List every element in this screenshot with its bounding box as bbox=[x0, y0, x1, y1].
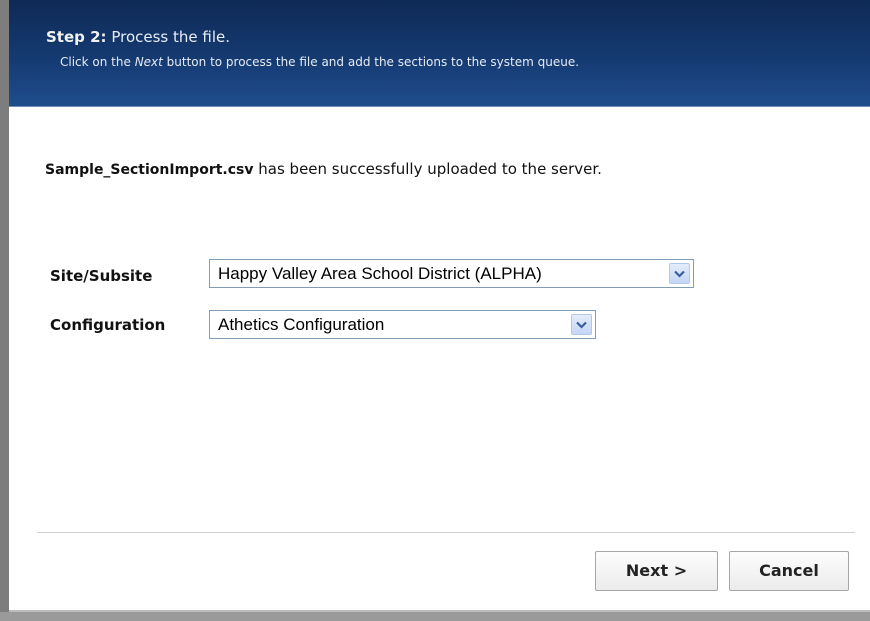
cancel-button[interactable]: Cancel bbox=[729, 551, 849, 591]
site-subsite-dropdown-button[interactable] bbox=[669, 263, 690, 284]
step-description-text-end: button to process the file and add the s… bbox=[162, 55, 580, 69]
footer-divider bbox=[37, 532, 855, 533]
site-subsite-value: Happy Valley Area School District (ALPHA… bbox=[218, 264, 542, 283]
configuration-dropdown-button[interactable] bbox=[571, 314, 592, 335]
chevron-down-icon bbox=[674, 270, 685, 278]
upload-success-text: has been successfully uploaded to the se… bbox=[253, 160, 602, 178]
step-description: Click on the Next button to process the … bbox=[60, 55, 579, 69]
step-number-label: Step 2: bbox=[46, 28, 107, 46]
configuration-select[interactable]: Athetics Configuration bbox=[209, 310, 596, 339]
step-description-text: Click on the bbox=[60, 55, 135, 69]
configuration-value: Athetics Configuration bbox=[218, 315, 385, 334]
window-bottom-border bbox=[0, 612, 870, 621]
import-wizard-window: Step 2: Process the file. Click on the N… bbox=[0, 0, 870, 621]
site-subsite-select[interactable]: Happy Valley Area School District (ALPHA… bbox=[209, 259, 694, 288]
chevron-down-icon bbox=[576, 321, 587, 329]
configuration-label: Configuration bbox=[50, 316, 166, 334]
step-title: Step 2: Process the file. bbox=[46, 28, 230, 46]
wizard-header: Step 2: Process the file. Click on the N… bbox=[9, 0, 870, 107]
upload-success-message: Sample_SectionImport.csv has been succes… bbox=[45, 160, 602, 178]
site-subsite-label: Site/Subsite bbox=[50, 267, 153, 285]
step-title-text: Process the file. bbox=[111, 28, 230, 46]
uploaded-filename: Sample_SectionImport.csv bbox=[45, 162, 254, 178]
step-description-emphasis: Next bbox=[134, 55, 163, 69]
next-button[interactable]: Next > bbox=[595, 551, 718, 591]
window-left-border bbox=[0, 0, 9, 621]
